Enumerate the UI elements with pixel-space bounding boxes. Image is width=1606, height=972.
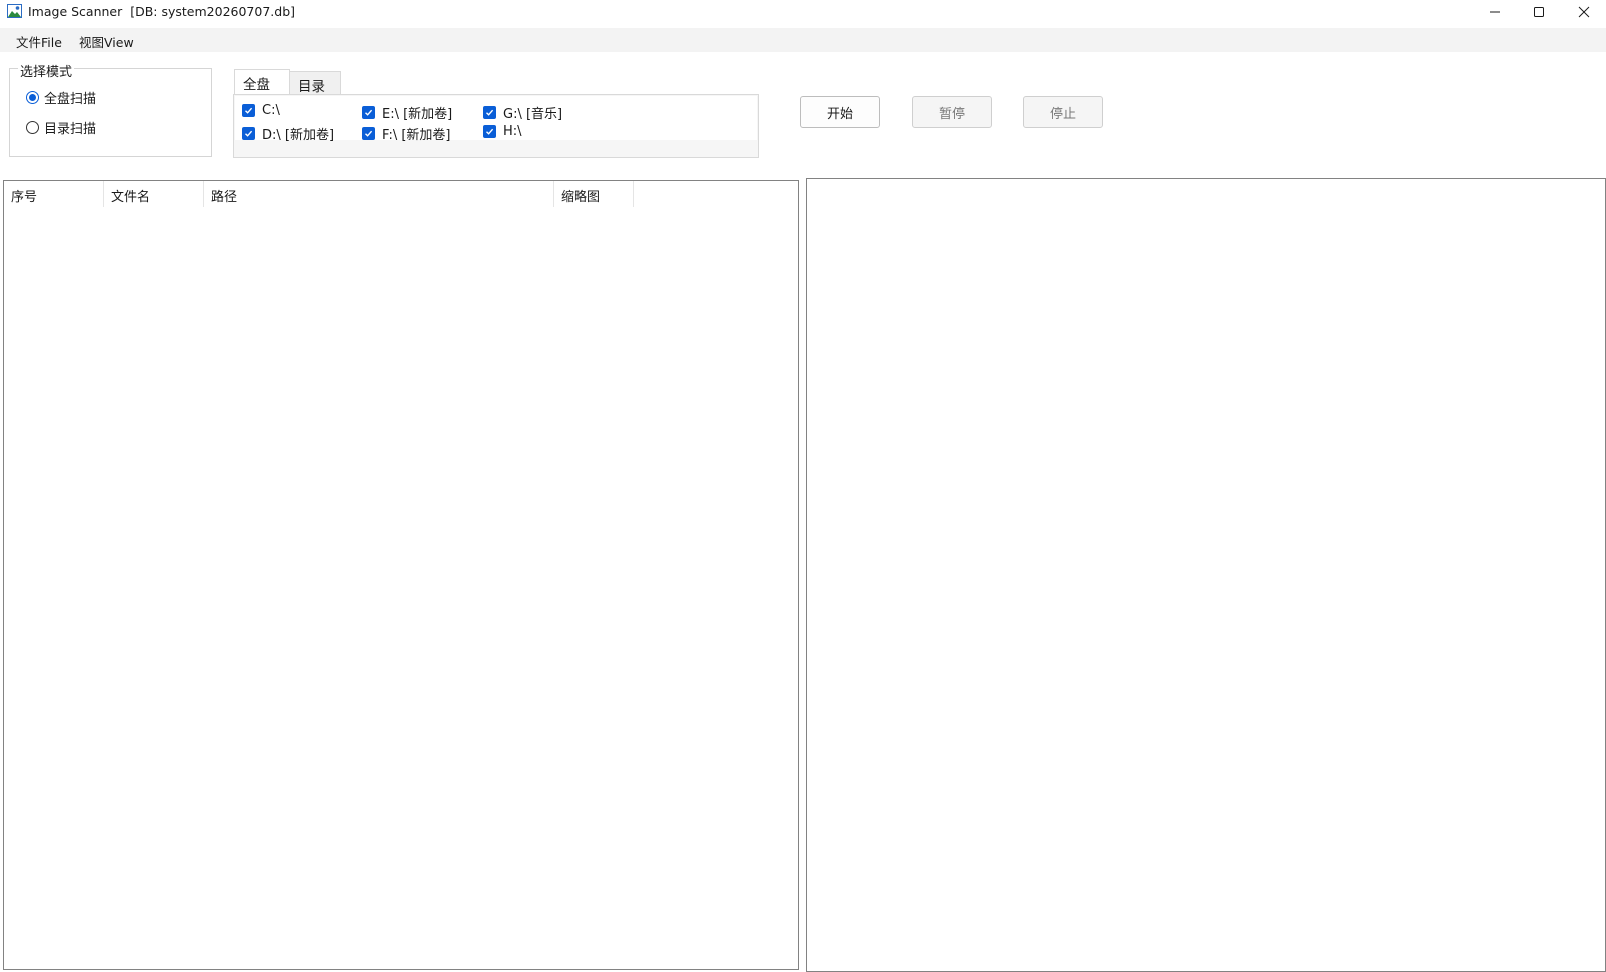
maximize-button[interactable] — [1516, 0, 1562, 24]
app-icon — [7, 4, 22, 18]
radio-button-checked[interactable] — [26, 91, 39, 104]
column-header-thumbnail[interactable]: 缩略图 — [554, 181, 634, 207]
radio-full-scan-label: 全盘扫描 — [44, 92, 97, 107]
minimize-button[interactable] — [1472, 0, 1518, 24]
start-button[interactable]: 开始 — [800, 96, 880, 128]
drive-label: H:\ — [503, 124, 522, 139]
maximize-icon — [1534, 7, 1544, 17]
image-preview-pane — [806, 178, 1606, 972]
checkbox-checked-icon[interactable] — [242, 127, 255, 140]
drive-checkbox-e[interactable]: E:\ [新加卷] — [362, 103, 452, 122]
drive-label: D:\ [新加卷] — [262, 128, 335, 143]
window-title: Image Scanner [DB: system20260707.db] — [28, 4, 296, 19]
radio-dir-scan[interactable]: 目录扫描 — [26, 118, 96, 137]
drive-checkbox-f[interactable]: F:\ [新加卷] — [362, 124, 451, 143]
checkbox-checked-icon[interactable] — [242, 104, 255, 117]
drive-label: F:\ [新加卷] — [382, 128, 451, 143]
tab-full-disk[interactable]: 全盘 — [234, 69, 290, 94]
column-header-path[interactable]: 路径 — [204, 181, 554, 207]
menu-file[interactable]: 文件File — [16, 32, 62, 51]
checkbox-checked-icon[interactable] — [483, 106, 496, 119]
minimize-icon — [1490, 11, 1500, 13]
checkbox-checked-icon[interactable] — [362, 106, 375, 119]
drive-checkbox-h[interactable]: H:\ — [483, 124, 522, 139]
close-icon — [1578, 6, 1590, 18]
checkbox-checked-icon[interactable] — [483, 125, 496, 138]
radio-full-scan[interactable]: 全盘扫描 — [26, 88, 96, 107]
table-header: 序号 文件名 路径 缩略图 — [4, 181, 798, 207]
drive-label: G:\ [音乐] — [503, 107, 563, 122]
drive-label: C:\ — [262, 103, 280, 118]
drive-checkbox-d[interactable]: D:\ [新加卷] — [242, 124, 334, 143]
close-button[interactable] — [1561, 0, 1606, 24]
title-bar: Image Scanner [DB: system20260707.db] — [0, 0, 1606, 24]
menu-view[interactable]: 视图View — [79, 32, 134, 51]
mode-groupbox-title: 选择模式 — [18, 61, 75, 80]
pause-button[interactable]: 暂停 — [912, 96, 992, 128]
menu-bar: 文件File 视图View — [0, 28, 1606, 52]
drive-checkbox-g[interactable]: G:\ [音乐] — [483, 103, 562, 122]
mode-groupbox: 选择模式 — [9, 61, 212, 157]
tab-directory[interactable]: 目录 — [289, 71, 341, 95]
stop-button[interactable]: 停止 — [1023, 96, 1103, 128]
column-header-filename[interactable]: 文件名 — [104, 181, 204, 207]
drive-label: E:\ [新加卷] — [382, 107, 453, 122]
column-header-index[interactable]: 序号 — [4, 181, 104, 207]
drive-checkbox-c[interactable]: C:\ — [242, 103, 280, 118]
results-table[interactable]: 序号 文件名 路径 缩略图 — [3, 180, 799, 970]
radio-button-unchecked[interactable] — [26, 121, 39, 134]
radio-dir-scan-label: 目录扫描 — [44, 122, 97, 137]
checkbox-checked-icon[interactable] — [362, 127, 375, 140]
